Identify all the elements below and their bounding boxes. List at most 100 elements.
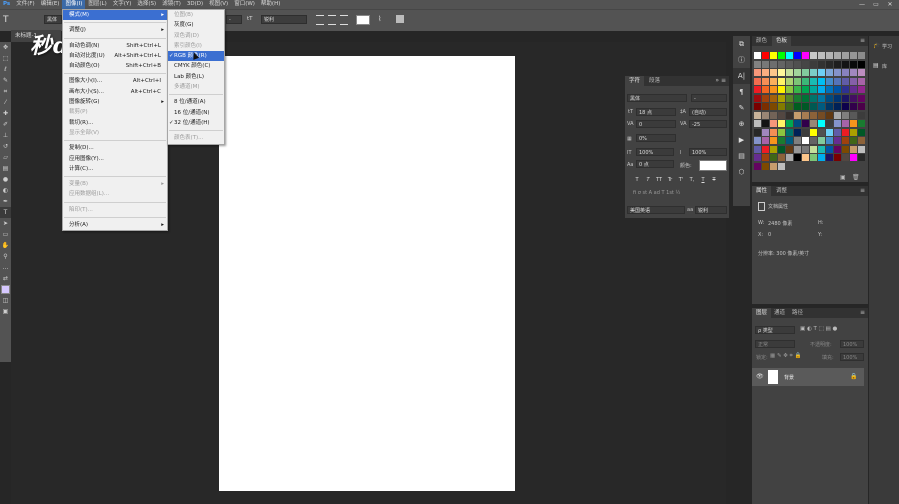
swatch[interactable]: [834, 154, 841, 161]
swatch[interactable]: [810, 69, 817, 76]
swatch[interactable]: [770, 69, 777, 76]
swatch[interactable]: [842, 69, 849, 76]
swatch[interactable]: [754, 86, 761, 93]
swatch[interactable]: [826, 94, 833, 102]
swatch[interactable]: [754, 162, 761, 170]
swatch[interactable]: [850, 77, 857, 85]
swatch[interactable]: [842, 94, 849, 102]
underline-button[interactable]: T: [699, 176, 707, 184]
minimize-icon[interactable]: —: [856, 0, 868, 9]
swatch[interactable]: [786, 77, 793, 85]
swatch[interactable]: [826, 52, 833, 59]
3d-panel-icon[interactable]: ⬡: [733, 164, 750, 180]
zoom-tool-icon[interactable]: ⚲: [0, 251, 11, 262]
swatch[interactable]: [802, 94, 809, 102]
swatch[interactable]: [786, 128, 793, 136]
swatch[interactable]: [810, 111, 817, 119]
tab-color[interactable]: 颜色: [752, 36, 771, 46]
menu-0[interactable]: 文件(F): [13, 0, 37, 9]
swatch[interactable]: [826, 60, 833, 68]
swatch[interactable]: [858, 94, 865, 102]
swatch[interactable]: [858, 111, 865, 119]
swatch[interactable]: [802, 120, 809, 127]
swatch[interactable]: [802, 77, 809, 85]
swatch[interactable]: [818, 120, 825, 127]
swatch[interactable]: [818, 103, 825, 110]
swatch[interactable]: [826, 103, 833, 110]
type-tool-icon[interactable]: T: [0, 207, 11, 218]
swatch[interactable]: [794, 154, 801, 161]
image-menu-item[interactable]: 计算(C)...: [63, 164, 167, 174]
swatch[interactable]: [794, 145, 801, 153]
opacity-field[interactable]: 100%: [840, 340, 864, 348]
mode-menu-item[interactable]: Lab 颜色(L): [168, 72, 224, 82]
swatch[interactable]: [762, 137, 769, 144]
swatch[interactable]: [778, 77, 785, 85]
swatch[interactable]: [786, 60, 793, 68]
libraries-icon[interactable]: ▤: [873, 62, 879, 69]
swatch[interactable]: [810, 120, 817, 127]
swap-colors-icon[interactable]: ⇄: [0, 273, 11, 284]
tab-adjustments[interactable]: 调整: [772, 186, 791, 196]
swatch[interactable]: [786, 163, 793, 170]
swatch[interactable]: [858, 154, 865, 161]
swatch[interactable]: [762, 69, 769, 76]
layer-filter-icons[interactable]: ▣ ◐ T ⬚ ▤ ●: [800, 326, 837, 332]
swatch[interactable]: [754, 111, 761, 119]
swatch[interactable]: [754, 103, 761, 110]
swatch[interactable]: [778, 128, 785, 136]
char-language[interactable]: 美国英语: [627, 206, 685, 214]
swatch[interactable]: [850, 52, 857, 59]
char-hscale[interactable]: 100%: [689, 148, 727, 156]
tab-layers[interactable]: 图层: [752, 308, 772, 318]
layer-row[interactable]: 👁 背景 🔒: [752, 368, 864, 386]
marquee-tool-icon[interactable]: ⬚: [0, 53, 11, 64]
swatch[interactable]: [762, 154, 769, 161]
all-caps-button[interactable]: TT: [655, 176, 663, 184]
image-menu-item[interactable]: 图像大小(I)... Alt+Ctrl+I: [63, 76, 167, 86]
swatch[interactable]: [842, 137, 849, 144]
swatch[interactable]: [770, 52, 777, 59]
swatch[interactable]: [826, 128, 833, 136]
swatch[interactable]: [842, 145, 849, 153]
swatch[interactable]: [770, 77, 777, 85]
eyedropper-tool-icon[interactable]: ⁄: [0, 97, 11, 108]
font-family-select[interactable]: 黑体: [44, 15, 62, 24]
image-menu-item[interactable]: 自动颜色(O) Shift+Ctrl+B: [63, 61, 167, 71]
swatch[interactable]: [762, 60, 769, 68]
char-color-swatch[interactable]: [699, 160, 727, 171]
swatch[interactable]: [818, 128, 825, 136]
swatch[interactable]: [770, 137, 777, 144]
swatch[interactable]: [850, 163, 857, 170]
subscript-button[interactable]: T,: [688, 176, 696, 184]
faux-bold-button[interactable]: T: [633, 176, 641, 184]
swatch[interactable]: [842, 111, 849, 119]
swatch[interactable]: [818, 69, 825, 76]
type-tool-icon[interactable]: T: [3, 15, 9, 25]
menu-8[interactable]: 视图(V): [206, 0, 231, 9]
swatch[interactable]: [778, 154, 785, 161]
tab-channels[interactable]: 通道: [770, 308, 789, 318]
layer-filter-select[interactable]: ρ 类型: [755, 326, 795, 334]
swatch[interactable]: [842, 103, 849, 110]
quick-select-tool-icon[interactable]: ✎: [0, 75, 11, 86]
swatch[interactable]: [762, 94, 769, 102]
document-canvas[interactable]: [219, 56, 515, 491]
actions-panel-icon[interactable]: ▶: [733, 132, 750, 148]
mode-menu-item[interactable]: CMYK 颜色(C): [168, 61, 224, 71]
image-menu-item[interactable]: 自动对比度(U) Alt+Shift+Ctrl+L: [63, 51, 167, 61]
char-antialias[interactable]: 锐利: [695, 206, 727, 214]
swatch[interactable]: [802, 145, 809, 153]
paragraph-panel-icon[interactable]: ¶: [733, 84, 750, 100]
swatch[interactable]: [778, 86, 785, 93]
strikethrough-button[interactable]: T: [710, 176, 718, 184]
swatch[interactable]: [810, 60, 817, 68]
lock-icons[interactable]: ▦ ✎ ✥ ⌗ 🔒: [770, 353, 801, 360]
align-center-icon[interactable]: [328, 15, 336, 25]
swatch[interactable]: [802, 69, 809, 76]
gradient-tool-icon[interactable]: ▤: [0, 163, 11, 174]
blur-tool-icon[interactable]: ●: [0, 174, 11, 185]
swatch[interactable]: [754, 94, 761, 102]
swatch[interactable]: [778, 94, 785, 102]
swatch[interactable]: [826, 137, 833, 144]
